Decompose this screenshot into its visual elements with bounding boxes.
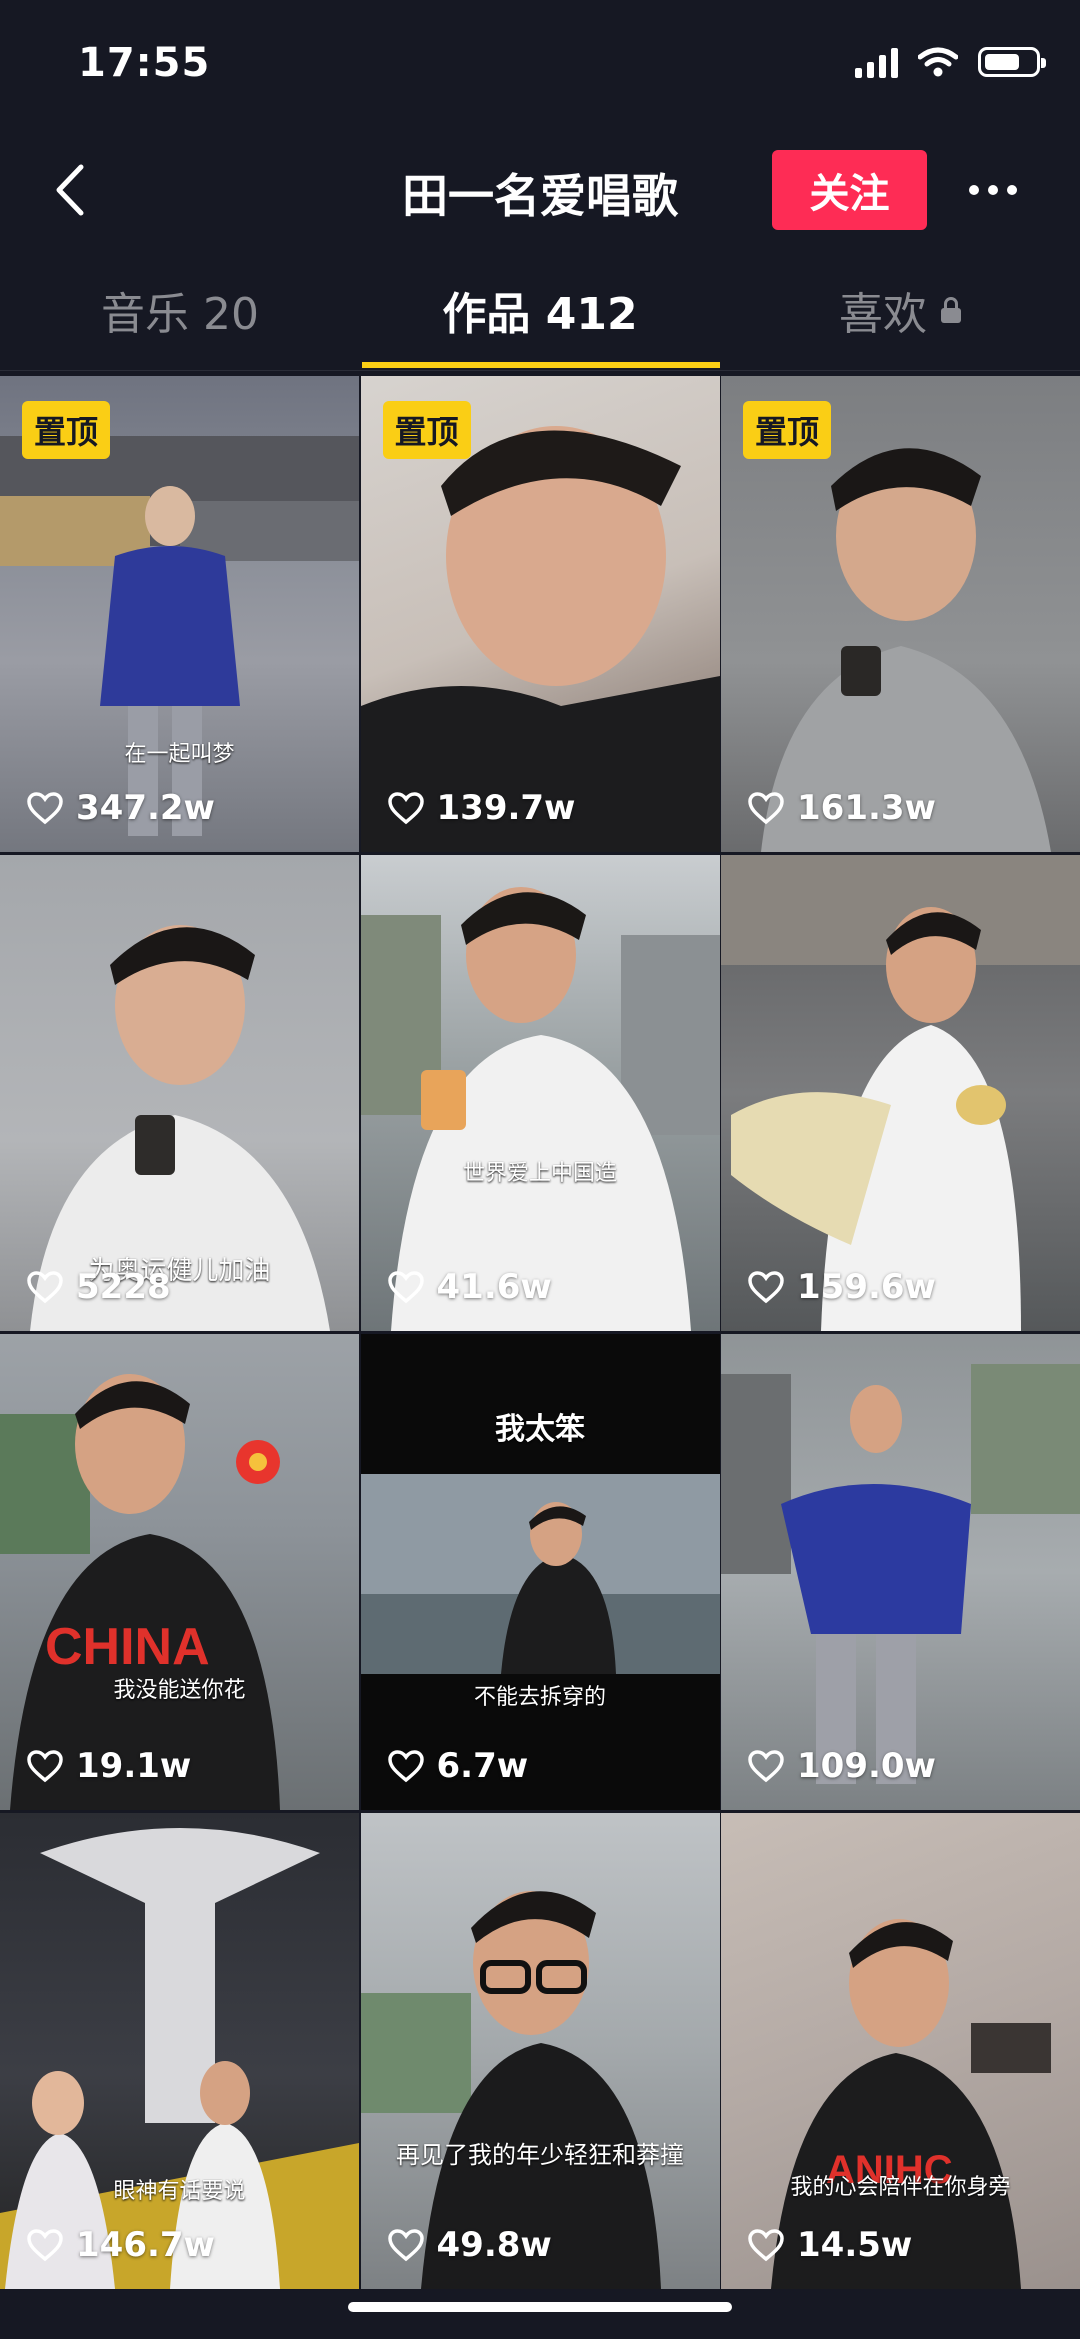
video-thumbnail: CHINA xyxy=(0,1374,280,1810)
video-tile[interactable]: 眼神有话要说 146.7w xyxy=(0,1813,359,2289)
like-count-value: 5228 xyxy=(76,1267,171,1307)
heart-icon xyxy=(748,1271,784,1304)
active-tab-indicator xyxy=(362,362,720,368)
video-tile[interactable]: 置顶 161.3w xyxy=(721,376,1080,852)
video-title-text: 我太笨 xyxy=(495,1412,585,1447)
video-caption: 我的心会陪伴在你身旁 xyxy=(790,2175,1011,2200)
video-grid: 置顶 在一起叫梦 347.2w 置顶 139.7w 置顶 161.3w 为奥运健… xyxy=(0,376,1080,2289)
tab-works[interactable]: 作品 412 xyxy=(360,250,720,370)
video-tile[interactable]: 置顶 在一起叫梦 347.2w xyxy=(0,376,359,852)
like-count-value: 146.7w xyxy=(76,2225,215,2265)
profile-tabs: 音乐 20 作品 412 喜欢 xyxy=(0,250,1080,371)
heart-icon xyxy=(27,2229,63,2262)
like-count: 159.6w xyxy=(747,1267,936,1307)
video-thumbnail: ANIHC xyxy=(771,1919,1051,2289)
pinned-badge: 置顶 xyxy=(22,401,111,459)
pinned-badge: 置顶 xyxy=(382,401,471,459)
video-thumbnail xyxy=(721,855,1080,1331)
heart-icon xyxy=(387,1271,424,1304)
video-thumbnail xyxy=(360,1891,661,2289)
like-count: 5228 xyxy=(26,1267,171,1307)
video-tile[interactable]: 再见了我的年少轻狂和莽撞 49.8w xyxy=(360,1813,720,2289)
tab-music-label: 音乐 20 xyxy=(101,289,259,340)
video-tile[interactable]: 159.6w xyxy=(721,855,1080,1331)
video-tile[interactable]: CHINA 我没能送你花 19.1w xyxy=(0,1334,359,1810)
like-count-value: 159.6w xyxy=(797,1267,936,1307)
svg-text:CHINA: CHINA xyxy=(45,1618,210,1676)
cellular-signal-icon xyxy=(855,46,898,78)
home-indicator[interactable] xyxy=(348,2302,732,2312)
follow-button[interactable]: 关注 xyxy=(772,150,927,230)
video-caption: 我没能送你花 xyxy=(113,1678,246,1703)
tab-likes[interactable]: 喜欢 xyxy=(720,250,1080,370)
like-count: 41.6w xyxy=(387,1267,552,1307)
status-icons xyxy=(855,46,1046,78)
like-count: 146.7w xyxy=(26,2225,215,2265)
like-count-value: 6.7w xyxy=(436,1746,529,1786)
video-caption: 在一起叫梦 xyxy=(124,742,235,767)
like-count: 109.0w xyxy=(747,1746,936,1786)
like-count-value: 14.5w xyxy=(797,2225,913,2265)
video-caption: 不能去拆穿的 xyxy=(473,1685,606,1710)
like-count: 161.3w xyxy=(747,788,936,828)
heart-icon xyxy=(27,1271,63,1304)
status-bar: 17:55 xyxy=(0,0,1080,130)
chevron-left-icon xyxy=(56,164,84,216)
like-count: 49.8w xyxy=(387,2225,552,2265)
video-tile[interactable]: 置顶 139.7w xyxy=(360,376,720,852)
video-tile[interactable]: ANIHC 我的心会陪伴在你身旁 14.5w xyxy=(721,1813,1080,2289)
heart-icon xyxy=(748,2229,784,2262)
like-count-value: 41.6w xyxy=(436,1267,552,1307)
heart-icon xyxy=(748,792,784,825)
video-caption: 眼神有话要说 xyxy=(113,2179,246,2204)
like-count: 6.7w xyxy=(387,1746,529,1786)
pinned-badge: 置顶 xyxy=(743,401,832,459)
like-count-value: 347.2w xyxy=(76,788,215,828)
video-tile[interactable]: 109.0w xyxy=(721,1334,1080,1810)
more-options-icon[interactable] xyxy=(958,162,1028,218)
heart-icon xyxy=(387,792,424,825)
heart-icon xyxy=(27,1750,63,1783)
video-thumbnail xyxy=(0,1828,359,2289)
heart-icon xyxy=(27,792,63,825)
back-button[interactable] xyxy=(40,158,100,222)
video-tile[interactable]: 我太笨 不能去拆穿的 6.7w xyxy=(360,1334,720,1810)
video-tile[interactable]: 为奥运健儿加油 5228 xyxy=(0,855,359,1331)
like-count-value: 109.0w xyxy=(797,1746,936,1786)
like-count-value: 139.7w xyxy=(436,788,576,828)
nav-bar: 田一名爱唱歌 关注 xyxy=(0,140,1080,240)
tab-music[interactable]: 音乐 20 xyxy=(0,250,360,370)
battery-icon xyxy=(978,47,1046,77)
like-count: 14.5w xyxy=(747,2225,912,2265)
heart-icon xyxy=(387,1750,424,1783)
heart-icon xyxy=(748,1750,784,1783)
like-count-value: 161.3w xyxy=(797,788,936,828)
like-count-value: 19.1w xyxy=(76,1746,192,1786)
video-thumbnail xyxy=(721,1364,1080,1784)
like-count: 347.2w xyxy=(26,788,215,828)
tab-likes-label: 喜欢 xyxy=(839,289,927,340)
video-caption: 世界爱上中国造 xyxy=(462,1161,617,1186)
wifi-icon xyxy=(918,47,958,77)
video-thumbnail xyxy=(360,887,720,1331)
lock-icon xyxy=(941,297,961,323)
status-time: 17:55 xyxy=(78,40,211,86)
tab-works-label: 作品 412 xyxy=(442,289,638,340)
video-tile[interactable]: 世界爱上中国造 41.6w xyxy=(360,855,720,1331)
like-count: 19.1w xyxy=(26,1746,191,1786)
video-caption: 再见了我的年少轻狂和莽撞 xyxy=(396,2141,684,2169)
like-count-value: 49.8w xyxy=(436,2225,552,2265)
heart-icon xyxy=(387,2229,424,2262)
like-count: 139.7w xyxy=(387,788,576,828)
